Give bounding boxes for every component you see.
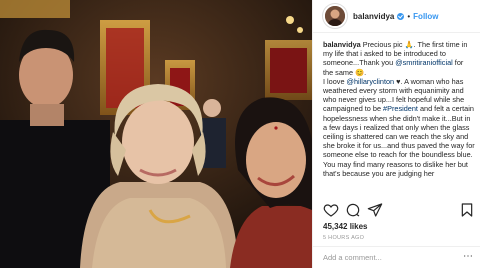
post-photo[interactable] [0, 0, 312, 268]
mention-hillaryclinton[interactable]: @hillaryclinton [347, 77, 395, 86]
avatar-image [325, 6, 345, 26]
mention-smritiraniofficial[interactable]: @smritiraniofficial [395, 58, 453, 67]
avatar[interactable] [323, 4, 347, 28]
caption-text-2a: I loove [323, 76, 347, 86]
caption-text-2c: and felt a certain hopelessness when she… [323, 104, 475, 160]
post-sidebar: balanvidya • Follow balanvidya Precious … [312, 0, 480, 268]
caption-text-1d: . [364, 67, 367, 77]
heart-icon[interactable] [323, 202, 339, 218]
caption-username[interactable]: balanvidya [323, 40, 361, 49]
action-bar [313, 202, 480, 222]
post-timestamp: 5 HOURS AGO [323, 235, 365, 241]
follow-button[interactable]: Follow [413, 12, 438, 21]
caption-text-3: You may find many reasons to dislike her… [323, 159, 468, 178]
separator-dot: • [407, 11, 411, 21]
likes-count[interactable]: 45,342 likes [323, 222, 367, 231]
comment-bar: Add a comment... ⋯ [313, 246, 480, 269]
more-options-icon[interactable]: ⋯ [463, 251, 473, 262]
share-icon[interactable] [367, 202, 383, 218]
photo-illustration [0, 0, 312, 268]
smile-emoji: 😊 [355, 67, 365, 77]
post-header: balanvidya • Follow [313, 0, 480, 33]
verified-badge-icon [397, 12, 405, 20]
comment-icon[interactable] [345, 202, 361, 218]
hashtag-president[interactable]: #President [383, 104, 418, 113]
comment-input[interactable]: Add a comment... [323, 253, 382, 262]
caption-text-1a: Precious pic [360, 40, 405, 49]
post-caption: balanvidya Precious pic 🙏. The first tim… [323, 40, 475, 200]
username[interactable]: balanvidya [353, 12, 394, 21]
pray-emoji: 🙏 [404, 40, 414, 49]
bookmark-icon[interactable] [459, 202, 475, 218]
